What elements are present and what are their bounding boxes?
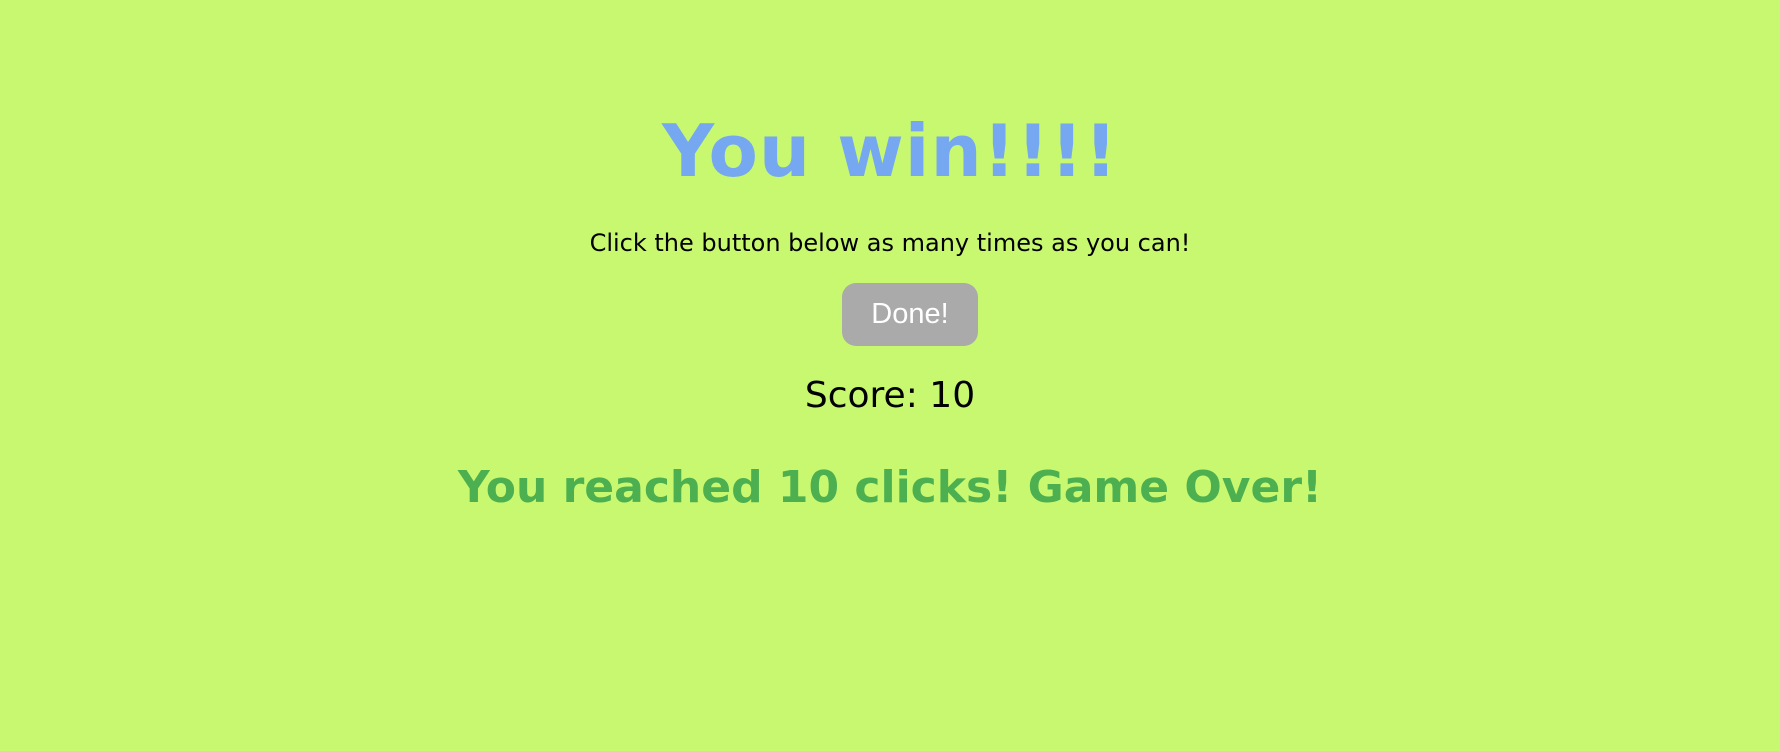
score-label: Score: [804,375,918,416]
game-screen: You win!!!! Click the button below as ma… [0,0,1780,751]
instructions-text: Click the button below as many times as … [589,229,1191,257]
score-display: Score: 10 [0,374,1780,418]
game-over-message: You reached 10 clicks! Game Over! [457,462,1323,513]
win-title: You win!!!! [661,109,1119,193]
score-value: 10 [929,375,976,416]
done-button[interactable]: Done! [842,283,978,346]
